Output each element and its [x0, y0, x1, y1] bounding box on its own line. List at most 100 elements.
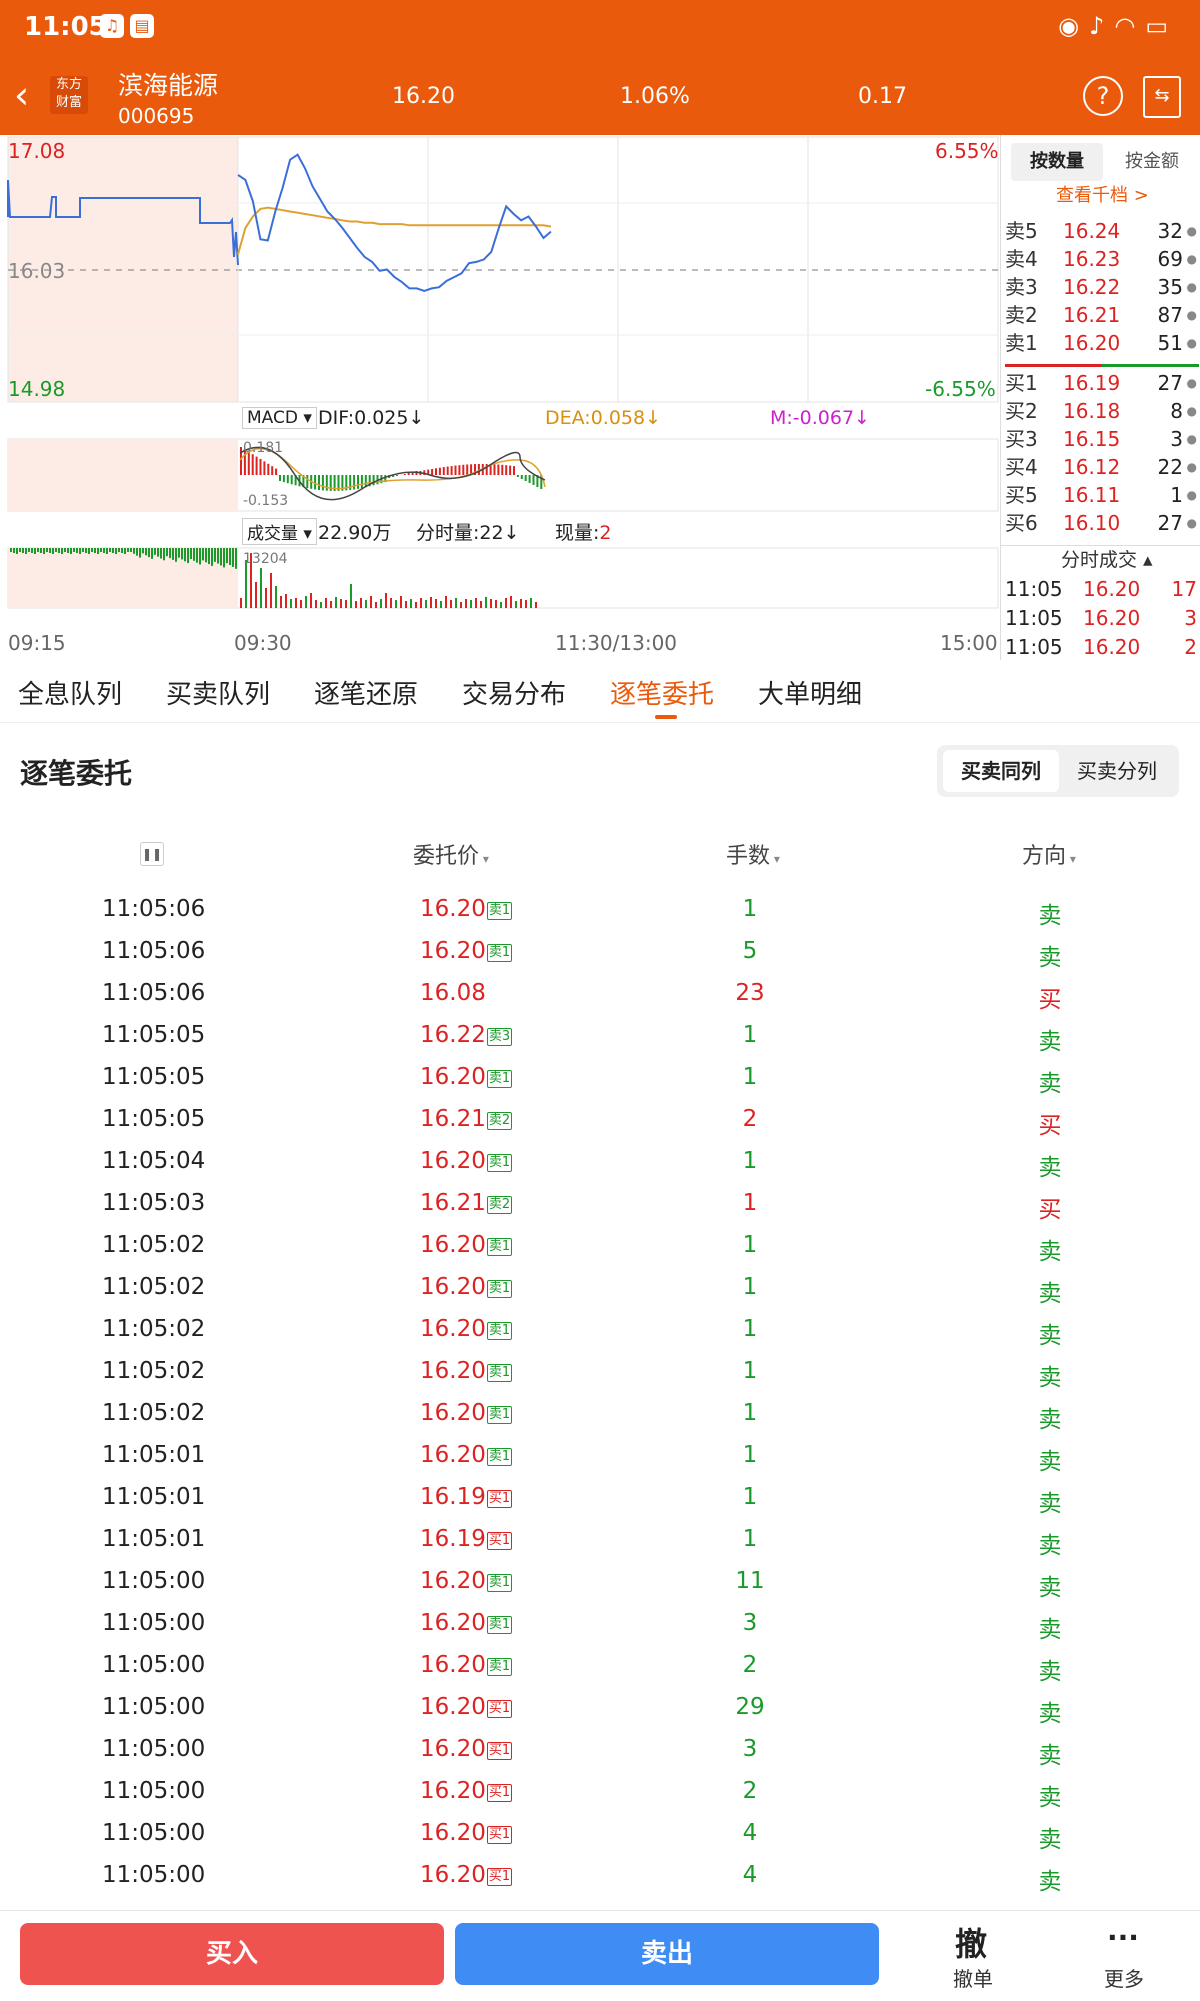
asks-row[interactable]: 卖5 16.24 32 ● — [1005, 217, 1197, 245]
bids-row[interactable]: 买5 16.11 1 ● — [1005, 481, 1197, 509]
asks-volume: 87 — [1157, 303, 1183, 327]
col-price-header[interactable]: 委托价 ▾ — [413, 838, 489, 870]
mute-icon: ♪ — [1089, 12, 1115, 40]
switch-layout-icon[interactable]: ⇆ — [1143, 76, 1181, 118]
trade-volume: 17 — [1171, 577, 1197, 601]
trade-price: 16.20 — [1083, 577, 1141, 601]
table-row[interactable]: 11:05:06 16.20 卖1 1 卖 — [0, 888, 1200, 930]
tab-large-orders[interactable]: 大单明细 — [758, 674, 862, 711]
asks-row[interactable]: 卖1 16.20 51 ● — [1005, 329, 1197, 357]
more-label[interactable]: 更多 — [1104, 1963, 1144, 1992]
bids-row[interactable]: 买6 16.10 27 ● — [1005, 509, 1197, 537]
table-row[interactable]: 11:05:02 16.20 卖1 1 卖 — [0, 1266, 1200, 1308]
table-row[interactable]: 11:05:04 16.20 卖1 1 卖 — [0, 1140, 1200, 1182]
volume-bar — [500, 602, 502, 608]
seg-split-column[interactable]: 买卖分列 — [1061, 750, 1173, 792]
volume-bar — [184, 548, 186, 562]
buy-button[interactable]: 买入 — [20, 1923, 444, 1985]
asks-row[interactable]: 卖2 16.21 87 ● — [1005, 301, 1197, 329]
table-row[interactable]: 11:05:00 16.20 买1 2 卖 — [0, 1770, 1200, 1812]
volume-bar — [97, 548, 99, 554]
tab-buysell-queue[interactable]: 买卖队列 — [166, 674, 270, 711]
asks-row[interactable]: 卖3 16.22 35 ● — [1005, 273, 1197, 301]
table-row[interactable]: 11:05:05 16.21 卖2 2 买 — [0, 1098, 1200, 1140]
table-row[interactable]: 11:05:05 16.20 卖1 1 卖 — [0, 1056, 1200, 1098]
table-row[interactable]: 11:05:00 16.20 卖1 2 卖 — [0, 1644, 1200, 1686]
bids-row[interactable]: 买3 16.15 3 ● — [1005, 425, 1197, 453]
order-qty: 1 — [742, 1190, 758, 1216]
order-price-text: 16.20 — [420, 1862, 486, 1888]
level-badge: 卖1 — [486, 1238, 513, 1256]
tab-tick-restore[interactable]: 逐笔还原 — [314, 674, 418, 711]
volume-max-label: 13204 — [243, 551, 288, 567]
sell-button[interactable]: 卖出 — [455, 1923, 879, 1985]
table-row[interactable]: 11:05:02 16.20 卖1 1 卖 — [0, 1350, 1200, 1392]
table-row[interactable]: 11:05:00 16.20 卖1 11 卖 — [0, 1560, 1200, 1602]
table-row[interactable]: 11:05:01 16.19 买1 1 卖 — [0, 1518, 1200, 1560]
pause-icon[interactable]: ❚❚ — [140, 842, 164, 866]
bids-row[interactable]: 买2 16.18 8 ● — [1005, 397, 1197, 425]
table-row[interactable]: 11:05:03 16.21 卖2 1 买 — [0, 1182, 1200, 1224]
table-row[interactable]: 11:05:06 16.08 23 买 — [0, 972, 1200, 1014]
volume-bar — [190, 548, 192, 559]
asks-row[interactable]: 卖4 16.23 69 ● — [1005, 245, 1197, 273]
table-row[interactable]: 11:05:00 16.20 买1 29 卖 — [0, 1686, 1200, 1728]
level-badge: 卖1 — [486, 1154, 513, 1172]
table-row[interactable]: 11:05:00 16.20 买1 4 卖 — [0, 1854, 1200, 1896]
level-badge: 买1 — [486, 1868, 513, 1886]
table-row[interactable]: 11:05:01 16.19 买1 1 卖 — [0, 1476, 1200, 1518]
cancel-order-label[interactable]: 撤单 — [953, 1963, 993, 1992]
volume-bar — [178, 548, 180, 558]
tab-by-amount[interactable]: 按金额 — [1109, 143, 1195, 181]
volume-bar — [166, 548, 168, 557]
table-row[interactable]: 11:05:05 16.22 卖3 1 卖 — [0, 1014, 1200, 1056]
more-icon[interactable]: ··· — [1107, 1921, 1139, 1954]
macd-selector[interactable]: MACD ▾ — [242, 407, 317, 429]
table-header: ❚❚ 委托价 ▾ 手数 ▾ 方向 ▾ — [0, 832, 1200, 872]
order-price-text: 16.20 — [420, 1568, 486, 1594]
table-row[interactable]: 11:05:00 16.20 卖1 3 卖 — [0, 1602, 1200, 1644]
macd-bar — [279, 475, 281, 481]
dea-text: DEA:0.058 — [545, 407, 646, 429]
table-row[interactable]: 11:05:02 16.20 卖1 1 卖 — [0, 1308, 1200, 1350]
col-dir-header[interactable]: 方向 ▾ — [1022, 838, 1076, 870]
volume-bar — [196, 548, 198, 563]
macd-label: MACD — [247, 408, 298, 428]
col-qty-header[interactable]: 手数 ▾ — [726, 838, 780, 870]
tab-tick-orders[interactable]: 逐笔委托 — [610, 674, 714, 711]
order-price-text: 16.20 — [420, 1652, 486, 1678]
macd-bar — [357, 475, 359, 489]
header-price: 16.20 — [392, 84, 455, 109]
tab-full-queue[interactable]: 全息队列 — [18, 674, 122, 711]
asks-price: 16.20 — [1063, 331, 1121, 355]
table-row[interactable]: 11:05:02 16.20 卖1 1 卖 — [0, 1392, 1200, 1434]
volume-bar — [133, 548, 135, 554]
macd-bar — [263, 461, 266, 475]
bids-row[interactable]: 买4 16.12 22 ● — [1005, 453, 1197, 481]
tab-by-quantity[interactable]: 按数量 — [1011, 143, 1103, 181]
bids-row[interactable]: 买1 16.19 27 ● — [1005, 369, 1197, 397]
trades-title[interactable]: 分时成交 ▴ — [1061, 545, 1153, 572]
volume-bar — [300, 600, 302, 608]
volume-bar — [232, 548, 234, 567]
order-price-text: 16.21 — [420, 1106, 486, 1132]
view-levels-link[interactable]: 查看千档 > — [1056, 181, 1149, 207]
table-row[interactable]: 11:05:00 16.20 买1 4 卖 — [0, 1812, 1200, 1854]
table-row[interactable]: 11:05:06 16.20 卖1 5 卖 — [0, 930, 1200, 972]
macd-bar — [435, 468, 437, 475]
volume-bar — [145, 548, 147, 556]
table-row[interactable]: 11:05:02 16.20 卖1 1 卖 — [0, 1224, 1200, 1266]
volume-selector[interactable]: 成交量 ▾ — [242, 518, 317, 545]
volume-bar — [275, 586, 277, 608]
seg-same-column[interactable]: 买卖同列 — [943, 750, 1059, 792]
table-row[interactable]: 11:05:01 16.20 卖1 1 卖 — [0, 1434, 1200, 1476]
back-icon[interactable]: ‹ — [14, 76, 29, 114]
volume-bar — [325, 598, 327, 608]
tab-trade-distribution[interactable]: 交易分布 — [462, 674, 566, 711]
cancel-order-icon[interactable]: 撤 — [955, 1919, 987, 1965]
table-row[interactable]: 11:05:00 16.20 买1 3 卖 — [0, 1728, 1200, 1770]
macd-bar — [442, 467, 445, 475]
intraday-chart[interactable]: 17.08 16.03 14.98 6.55% -6.55% MACD ▾ DI… — [0, 135, 1000, 660]
help-icon[interactable]: ? — [1083, 76, 1123, 116]
order-price: 16.20 卖1 — [420, 1400, 513, 1426]
